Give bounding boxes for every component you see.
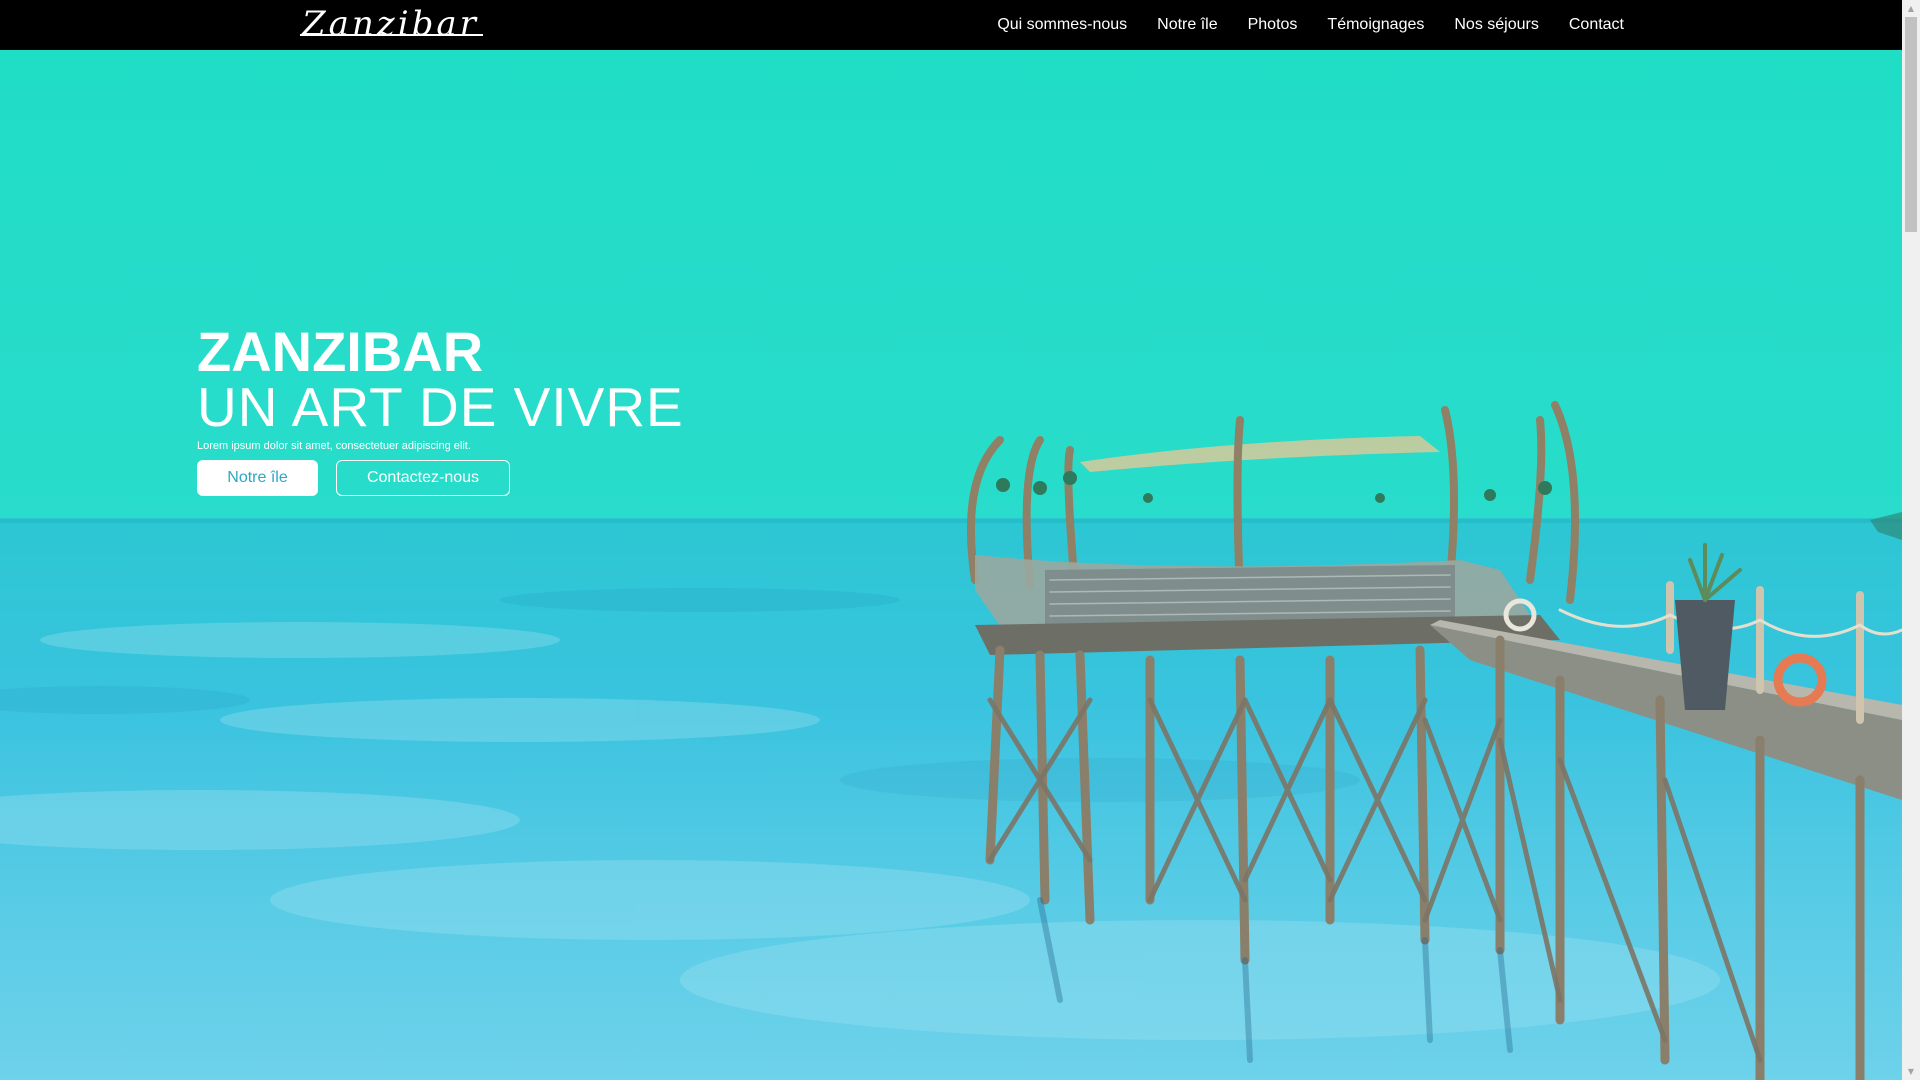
nav-link-temoignages[interactable]: Témoignages [1327,16,1424,34]
notre-ile-button[interactable]: Notre île [197,460,318,496]
page: Zanzibar Qui sommes-nous Notre île Photo… [0,0,1920,1080]
navbar: Zanzibar Qui sommes-nous Notre île Photo… [0,0,1902,50]
nav-link-notre-ile[interactable]: Notre île [1157,16,1217,34]
nav-link-contact[interactable]: Contact [1569,16,1624,34]
vertical-scrollbar[interactable]: ▲ ▼ [1902,0,1920,1080]
hero-lead-text: Lorem ipsum dolor sit amet, consectetuer… [197,440,471,452]
nav-menu: Qui sommes-nous Notre île Photos Témoign… [997,0,1624,50]
nav-link-qui-sommes-nous[interactable]: Qui sommes-nous [997,16,1127,34]
scroll-up-arrow-icon[interactable]: ▲ [1902,0,1920,17]
hero-image [0,0,1902,1080]
hero-subtitle: UN ART DE VIVRE [197,376,684,438]
site-logo[interactable]: Zanzibar [300,4,483,44]
scroll-down-arrow-icon[interactable]: ▼ [1902,1063,1920,1080]
hero-title: ZANZIBAR [197,320,484,383]
hero-background [0,0,1902,1080]
nav-link-photos[interactable]: Photos [1248,16,1298,34]
scrollbar-thumb[interactable] [1905,17,1917,232]
hero-buttons: Notre île Contactez-nous [197,460,684,496]
nav-link-nos-sejours[interactable]: Nos séjours [1454,16,1538,34]
contactez-nous-button[interactable]: Contactez-nous [336,460,510,496]
hero-content: ZANZIBAR UN ART DE VIVRE Lorem ipsum dol… [197,322,684,496]
